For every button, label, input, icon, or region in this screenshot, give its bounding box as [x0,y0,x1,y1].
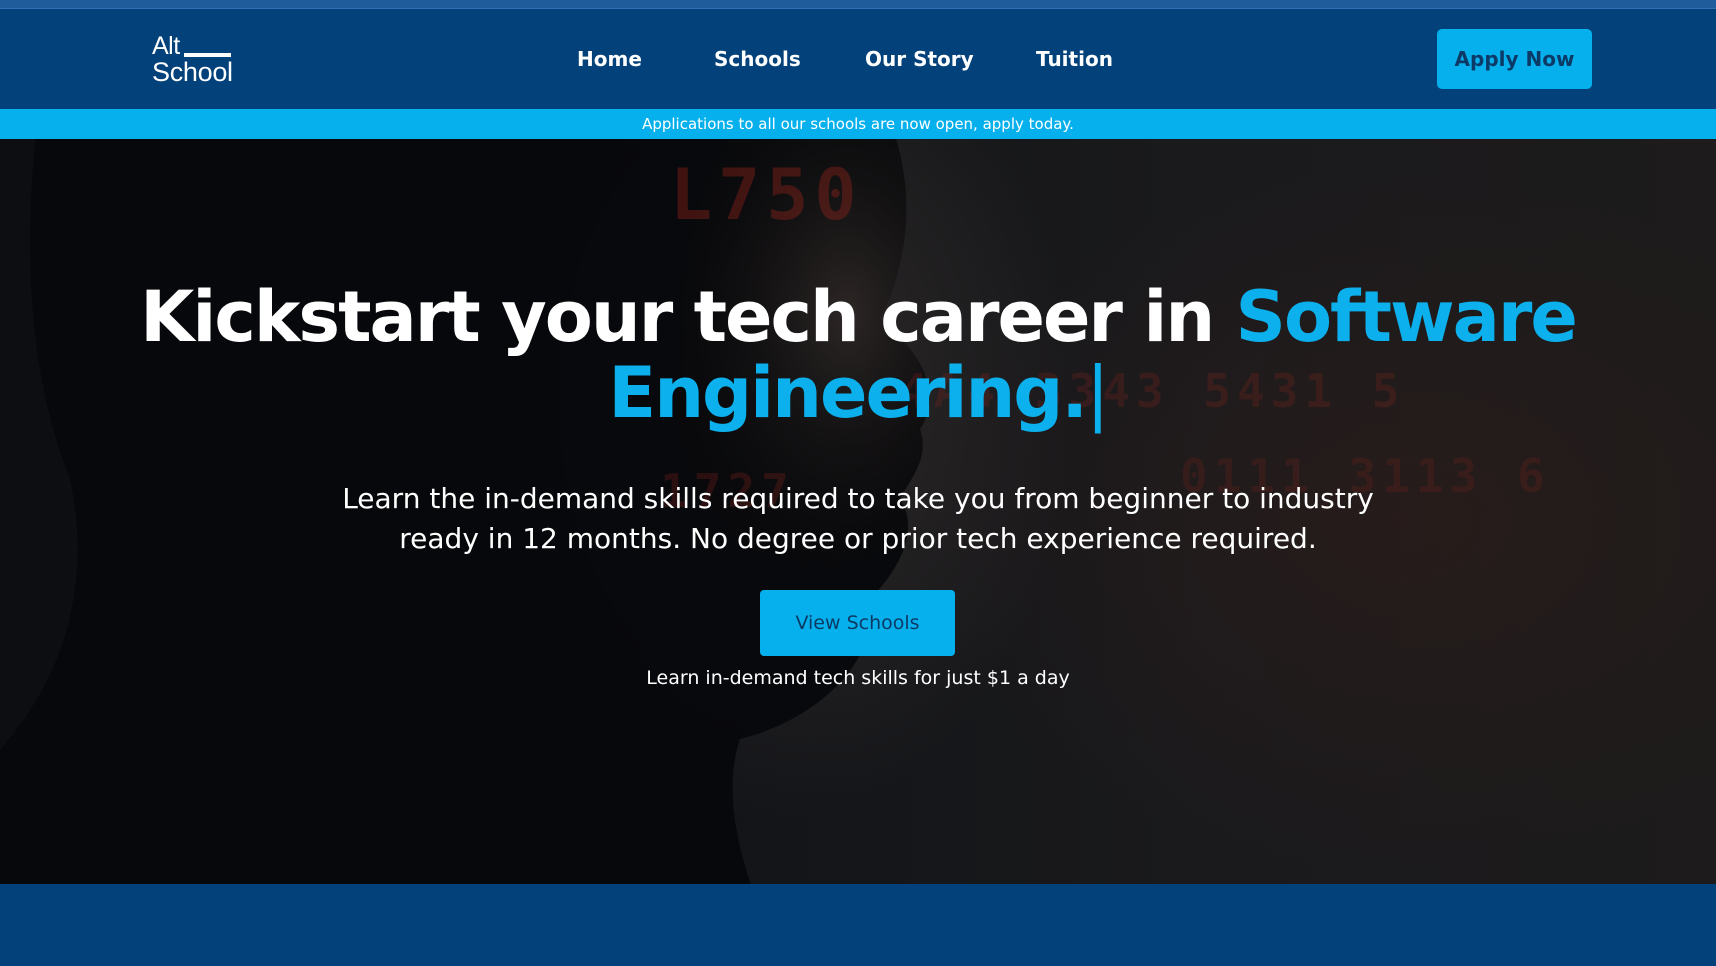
altschool-logo[interactable]: Alt School [152,33,233,86]
logo-text-school: School [152,57,233,87]
nav-schools-link[interactable]: Schools [714,47,801,71]
nav-home-link[interactable]: Home [577,47,642,71]
background-code-digits-1: L750 [670,154,863,236]
announcement-text: Applications to all our schools are now … [642,115,1074,133]
view-schools-button[interactable]: View Schools [760,590,955,656]
top-stripe [0,0,1716,9]
price-note: Learn in-demand tech skills for just $1 … [646,667,1070,689]
typing-caret: | [1086,352,1110,434]
announcement-bar: Applications to all our schools are now … [0,109,1716,139]
nav-tuition-link[interactable]: Tuition [1036,47,1113,71]
hero-section: L750 4A4 3343 5431 5 0111 3113 6 1727 Ki… [0,139,1716,884]
nav-our-story-link[interactable]: Our Story [865,47,974,71]
headline-accent-engineering: Engineering. [608,352,1088,434]
site-header: Alt School Home Schools Our Story Tuitio… [0,9,1716,109]
headline-accent-software: Software [1235,276,1578,358]
logo-underline-bar [183,53,231,57]
logo-top-row: Alt [152,33,233,59]
apply-now-button[interactable]: Apply Now [1437,29,1592,89]
hero-headline: Kickstart your tech career in Software E… [0,279,1716,431]
logo-text-alt: Alt [152,32,180,60]
bottom-section-band [0,884,1716,966]
headline-prefix: Kickstart your tech career in [140,276,1236,358]
hero-subheading: Learn the in-demand skills required to t… [342,482,1374,555]
